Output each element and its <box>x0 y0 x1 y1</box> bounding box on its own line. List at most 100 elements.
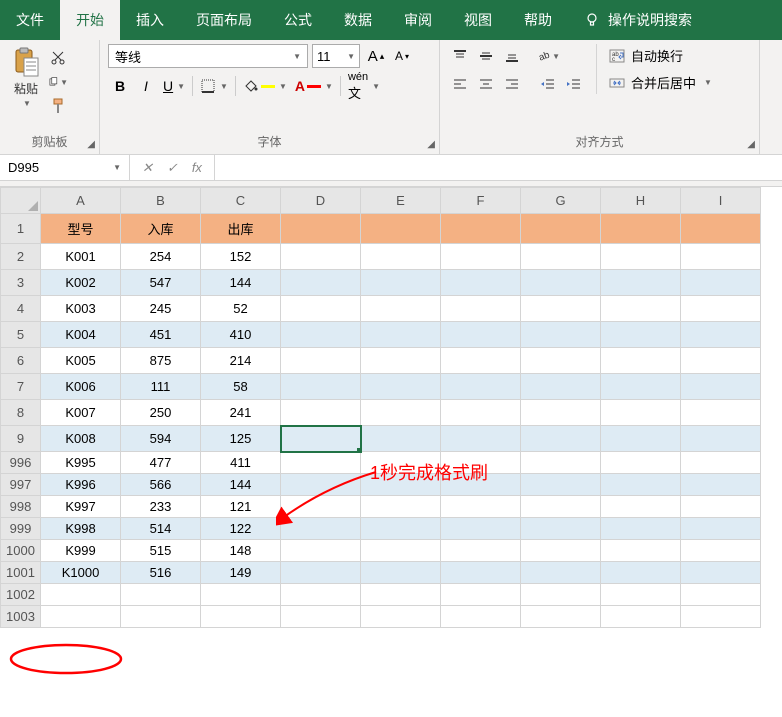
cut-button[interactable] <box>48 48 68 68</box>
cell-C2[interactable]: 152 <box>201 244 281 270</box>
row-header-9[interactable]: 9 <box>1 426 41 452</box>
align-top-button[interactable] <box>448 44 472 68</box>
cell-G1002[interactable] <box>521 584 601 606</box>
row-header-5[interactable]: 5 <box>1 322 41 348</box>
cell-A997[interactable]: K996 <box>41 474 121 496</box>
cell-F1001[interactable] <box>441 562 521 584</box>
cell-B999[interactable]: 514 <box>121 518 201 540</box>
cell-H5[interactable] <box>601 322 681 348</box>
cell-C1003[interactable] <box>201 606 281 628</box>
col-header-G[interactable]: G <box>521 188 601 214</box>
cell-A1000[interactable]: K999 <box>41 540 121 562</box>
cell-D2[interactable] <box>281 244 361 270</box>
cell-A1[interactable]: 型号 <box>41 214 121 244</box>
cell-B997[interactable]: 566 <box>121 474 201 496</box>
row-header-998[interactable]: 998 <box>1 496 41 518</box>
cell-D8[interactable] <box>281 400 361 426</box>
cell-I9[interactable] <box>681 426 761 452</box>
select-all-corner[interactable] <box>1 188 41 214</box>
menu-item-4[interactable]: 公式 <box>268 0 328 40</box>
cell-A2[interactable]: K001 <box>41 244 121 270</box>
cell-H3[interactable] <box>601 270 681 296</box>
wrap-text-button[interactable]: abc自动换行 <box>605 44 716 67</box>
cell-G3[interactable] <box>521 270 601 296</box>
cell-D999[interactable] <box>281 518 361 540</box>
cell-C998[interactable]: 121 <box>201 496 281 518</box>
cell-I3[interactable] <box>681 270 761 296</box>
menu-item-2[interactable]: 插入 <box>120 0 180 40</box>
underline-button[interactable]: U▼ <box>160 74 188 98</box>
cell-A7[interactable]: K006 <box>41 374 121 400</box>
col-header-C[interactable]: C <box>201 188 281 214</box>
row-header-1[interactable]: 1 <box>1 214 41 244</box>
cell-I7[interactable] <box>681 374 761 400</box>
cell-F1000[interactable] <box>441 540 521 562</box>
cell-G999[interactable] <box>521 518 601 540</box>
increase-indent-button[interactable] <box>562 72 586 96</box>
cell-B996[interactable]: 477 <box>121 452 201 474</box>
row-header-3[interactable]: 3 <box>1 270 41 296</box>
cell-B3[interactable]: 547 <box>121 270 201 296</box>
fx-button[interactable]: fx <box>192 160 202 175</box>
cell-F999[interactable] <box>441 518 521 540</box>
cell-H9[interactable] <box>601 426 681 452</box>
cell-F2[interactable] <box>441 244 521 270</box>
cell-C997[interactable]: 144 <box>201 474 281 496</box>
cell-F5[interactable] <box>441 322 521 348</box>
cell-E3[interactable] <box>361 270 441 296</box>
cell-G1000[interactable] <box>521 540 601 562</box>
cell-G6[interactable] <box>521 348 601 374</box>
col-header-F[interactable]: F <box>441 188 521 214</box>
cell-H1001[interactable] <box>601 562 681 584</box>
cell-D1001[interactable] <box>281 562 361 584</box>
cell-F4[interactable] <box>441 296 521 322</box>
cell-E1002[interactable] <box>361 584 441 606</box>
cell-A1001[interactable]: K1000 <box>41 562 121 584</box>
cell-C5[interactable]: 410 <box>201 322 281 348</box>
row-header-997[interactable]: 997 <box>1 474 41 496</box>
cell-B7[interactable]: 111 <box>121 374 201 400</box>
cell-A999[interactable]: K998 <box>41 518 121 540</box>
row-header-1002[interactable]: 1002 <box>1 584 41 606</box>
col-header-B[interactable]: B <box>121 188 201 214</box>
cell-B1000[interactable]: 515 <box>121 540 201 562</box>
cell-G1[interactable] <box>521 214 601 244</box>
cell-I1[interactable] <box>681 214 761 244</box>
cell-C996[interactable]: 411 <box>201 452 281 474</box>
cell-H1003[interactable] <box>601 606 681 628</box>
name-box[interactable]: D995▼ <box>0 155 130 180</box>
cell-A4[interactable]: K003 <box>41 296 121 322</box>
cell-A998[interactable]: K997 <box>41 496 121 518</box>
border-button[interactable]: ▼ <box>197 74 231 98</box>
cell-G996[interactable] <box>521 452 601 474</box>
cell-D1000[interactable] <box>281 540 361 562</box>
cell-E8[interactable] <box>361 400 441 426</box>
cell-E2[interactable] <box>361 244 441 270</box>
cell-H999[interactable] <box>601 518 681 540</box>
cell-B4[interactable]: 245 <box>121 296 201 322</box>
cell-H2[interactable] <box>601 244 681 270</box>
cell-I999[interactable] <box>681 518 761 540</box>
cell-B1[interactable]: 入库 <box>121 214 201 244</box>
copy-button[interactable]: ▼ <box>48 72 68 92</box>
row-header-999[interactable]: 999 <box>1 518 41 540</box>
alignment-dialog-launcher[interactable]: ◢ <box>747 139 755 150</box>
row-header-1000[interactable]: 1000 <box>1 540 41 562</box>
cell-D998[interactable] <box>281 496 361 518</box>
cell-G8[interactable] <box>521 400 601 426</box>
row-header-1001[interactable]: 1001 <box>1 562 41 584</box>
cell-A9[interactable]: K008 <box>41 426 121 452</box>
cell-E6[interactable] <box>361 348 441 374</box>
cell-C1001[interactable]: 149 <box>201 562 281 584</box>
cell-D996[interactable] <box>281 452 361 474</box>
menu-item-5[interactable]: 数据 <box>328 0 388 40</box>
cell-E998[interactable] <box>361 496 441 518</box>
cell-I1003[interactable] <box>681 606 761 628</box>
cell-F3[interactable] <box>441 270 521 296</box>
cell-F998[interactable] <box>441 496 521 518</box>
cell-B1002[interactable] <box>121 584 201 606</box>
cell-A1002[interactable] <box>41 584 121 606</box>
align-right-button[interactable] <box>500 72 524 96</box>
cell-H1[interactable] <box>601 214 681 244</box>
bold-button[interactable]: B <box>108 74 132 98</box>
